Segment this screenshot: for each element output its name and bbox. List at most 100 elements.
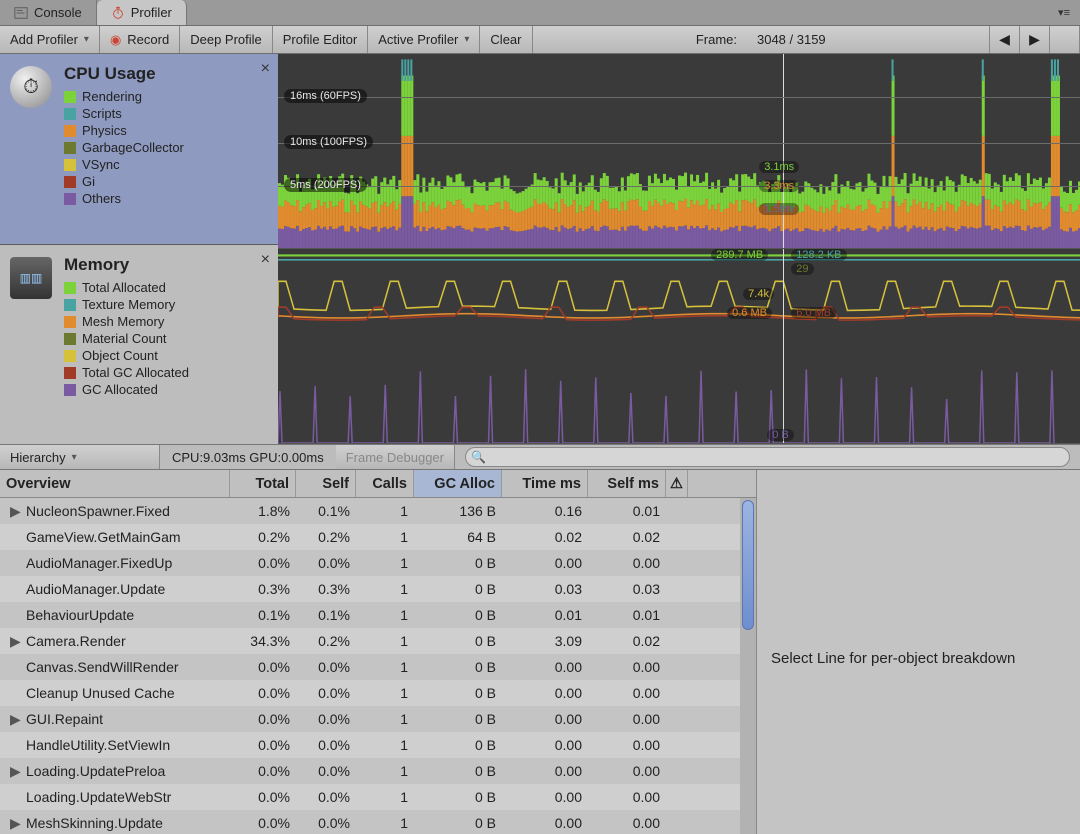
row-name: Cleanup Unused Cache: [26, 685, 175, 701]
memory-panel[interactable]: × ▥▥ Memory Total AllocatedTexture Memor…: [0, 245, 278, 444]
frame-debugger-button[interactable]: Frame Debugger: [336, 445, 455, 469]
row-selfms: 0.00: [588, 737, 666, 753]
table-row[interactable]: ▶Camera.Render 34.3% 0.2% 1 0 B 3.09 0.0…: [0, 628, 756, 654]
legend-label: Gi: [82, 174, 95, 189]
legend-swatch: [64, 384, 76, 396]
value-marker: 29: [791, 263, 813, 275]
row-calls: 1: [356, 503, 414, 519]
table-row[interactable]: ▶GUI.Repaint 0.0% 0.0% 1 0 B 0.00 0.00: [0, 706, 756, 732]
table-row[interactable]: HandleUtility.SetViewIn 0.0% 0.0% 1 0 B …: [0, 732, 756, 758]
row-gc: 0 B: [414, 685, 502, 701]
table-row[interactable]: ▶Loading.UpdatePreloa 0.0% 0.0% 1 0 B 0.…: [0, 758, 756, 784]
legend-swatch: [64, 282, 76, 294]
col-self-ms[interactable]: Self ms: [588, 470, 666, 497]
disclosure-triangle-icon[interactable]: ▶: [10, 633, 20, 650]
col-calls[interactable]: Calls: [356, 470, 414, 497]
legend-item[interactable]: Object Count: [64, 347, 266, 364]
col-gc-alloc[interactable]: GC Alloc: [414, 470, 502, 497]
col-self[interactable]: Self: [296, 470, 356, 497]
table-row[interactable]: Canvas.SendWillRender 0.0% 0.0% 1 0 B 0.…: [0, 654, 756, 680]
close-icon[interactable]: ×: [261, 60, 270, 78]
legend-item[interactable]: Scripts: [64, 105, 266, 122]
frame-cursor[interactable]: [783, 249, 784, 443]
col-total[interactable]: Total: [230, 470, 296, 497]
tab-console-label: Console: [34, 5, 82, 20]
scrollbar-thumb[interactable]: [742, 500, 754, 630]
table-scrollbar[interactable]: [740, 498, 756, 834]
frame-cursor[interactable]: [783, 54, 784, 248]
legend-item[interactable]: Material Count: [64, 330, 266, 347]
gridline: [278, 143, 1080, 144]
row-gc: 0 B: [414, 659, 502, 675]
legend-item[interactable]: GarbageCollector: [64, 139, 266, 156]
row-name: Loading.UpdateWebStr: [26, 789, 171, 805]
clear-button[interactable]: Clear: [480, 26, 532, 53]
legend-item[interactable]: Gi: [64, 173, 266, 190]
row-self: 0.0%: [296, 555, 356, 571]
legend-item[interactable]: Total Allocated: [64, 279, 266, 296]
axis-label: 16ms (60FPS): [284, 89, 367, 103]
prev-frame-button[interactable]: ◀: [990, 26, 1020, 53]
table-row[interactable]: BehaviourUpdate 0.1% 0.1% 1 0 B 0.01 0.0…: [0, 602, 756, 628]
table-row[interactable]: ▶NucleonSpawner.Fixed 1.8% 0.1% 1 136 B …: [0, 498, 756, 524]
close-icon[interactable]: ×: [261, 251, 270, 269]
row-time: 0.00: [502, 737, 588, 753]
console-icon: [14, 6, 28, 20]
cpu-usage-chart[interactable]: 16ms (60FPS)10ms (100FPS)5ms (200FPS)3.1…: [278, 54, 1080, 249]
legend-label: Mesh Memory: [82, 314, 164, 329]
active-profiler-dropdown[interactable]: Active Profiler: [368, 26, 480, 53]
add-profiler-dropdown[interactable]: Add Profiler: [0, 26, 100, 53]
legend-swatch: [64, 125, 76, 137]
record-button[interactable]: ◉ Record: [100, 26, 180, 53]
row-self: 0.0%: [296, 789, 356, 805]
frame-label: Frame:: [696, 32, 737, 47]
cpu-usage-panel[interactable]: × ⏱ CPU Usage RenderingScriptsPhysicsGar…: [0, 54, 278, 245]
memory-chart[interactable]: 289.7 MB7.4k0.6 MB128.2 KB296.0 MB0 B: [278, 249, 1080, 444]
table-row[interactable]: AudioManager.FixedUp 0.0% 0.0% 1 0 B 0.0…: [0, 550, 756, 576]
legend-label: Rendering: [82, 89, 142, 104]
search-input[interactable]: [465, 447, 1070, 467]
deep-profile-button[interactable]: Deep Profile: [180, 26, 273, 53]
value-marker: 3.1ms: [759, 161, 799, 173]
tab-profiler[interactable]: Profiler: [97, 0, 187, 25]
table-row[interactable]: GameView.GetMainGam 0.2% 0.2% 1 64 B 0.0…: [0, 524, 756, 550]
table-row[interactable]: ▶MeshSkinning.Update 0.0% 0.0% 1 0 B 0.0…: [0, 810, 756, 834]
legend-item[interactable]: Texture Memory: [64, 296, 266, 313]
legend-item[interactable]: Mesh Memory: [64, 313, 266, 330]
profile-editor-button[interactable]: Profile Editor: [273, 26, 368, 53]
legend-item[interactable]: Physics: [64, 122, 266, 139]
disclosure-triangle-icon[interactable]: ▶: [10, 815, 20, 832]
legend-swatch: [64, 176, 76, 188]
row-self: 0.1%: [296, 503, 356, 519]
disclosure-triangle-icon[interactable]: ▶: [10, 711, 20, 728]
window-menu-icon[interactable]: ▾≡: [1058, 6, 1080, 19]
row-total: 0.0%: [230, 737, 296, 753]
row-total: 0.0%: [230, 789, 296, 805]
frame-indicator: Frame: 3048 / 3159: [533, 26, 990, 53]
table-row[interactable]: Cleanup Unused Cache 0.0% 0.0% 1 0 B 0.0…: [0, 680, 756, 706]
legend-item[interactable]: GC Allocated: [64, 381, 266, 398]
row-self: 0.0%: [296, 737, 356, 753]
value-marker: 128.2 KB: [791, 249, 846, 261]
row-self: 0.1%: [296, 607, 356, 623]
disclosure-triangle-icon[interactable]: ▶: [10, 763, 20, 780]
legend-item[interactable]: Total GC Allocated: [64, 364, 266, 381]
disclosure-triangle-icon[interactable]: ▶: [10, 503, 20, 520]
col-overview[interactable]: Overview: [0, 470, 230, 497]
current-frame-button[interactable]: [1050, 26, 1080, 53]
row-time: 0.00: [502, 815, 588, 831]
tab-console[interactable]: Console: [0, 0, 97, 25]
row-total: 0.0%: [230, 763, 296, 779]
legend-item[interactable]: Rendering: [64, 88, 266, 105]
legend-label: GC Allocated: [82, 382, 158, 397]
col-time-ms[interactable]: Time ms: [502, 470, 588, 497]
next-frame-button[interactable]: ▶: [1020, 26, 1050, 53]
legend-item[interactable]: Others: [64, 190, 266, 207]
row-self: 0.0%: [296, 685, 356, 701]
col-warning-icon[interactable]: ⚠: [666, 470, 688, 497]
table-row[interactable]: AudioManager.Update 0.3% 0.3% 1 0 B 0.03…: [0, 576, 756, 602]
legend-item[interactable]: VSync: [64, 156, 266, 173]
frame-value: 3048 / 3159: [757, 32, 826, 47]
view-mode-dropdown[interactable]: Hierarchy: [0, 445, 160, 469]
table-row[interactable]: Loading.UpdateWebStr 0.0% 0.0% 1 0 B 0.0…: [0, 784, 756, 810]
